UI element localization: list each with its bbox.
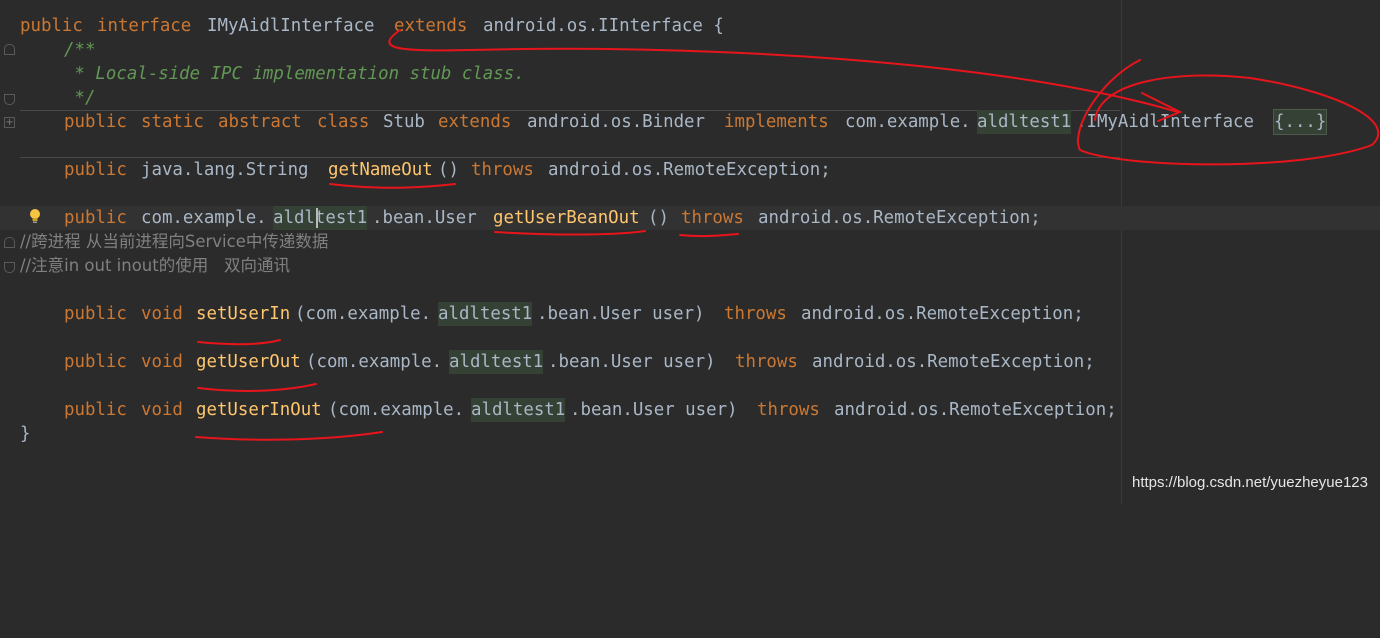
type-name: (com.example. — [306, 352, 443, 372]
keyword: void — [141, 304, 183, 324]
type-name: android.os.RemoteException; — [758, 208, 1041, 228]
code-line[interactable]: /** — [0, 38, 1380, 62]
annotation-underline — [197, 383, 317, 392]
type-name: android.os.RemoteException; — [548, 160, 831, 180]
type-name: .IMyAidlInterface — [1076, 112, 1254, 132]
type-name: .bean.User user) — [537, 304, 705, 324]
code-line[interactable]: * Local-side IPC implementation stub cla… — [0, 62, 1380, 86]
keyword: public — [64, 208, 127, 228]
method-name: getUserOut — [196, 352, 301, 372]
code-line[interactable]: public interface IMyAidlInterface extend… — [0, 14, 1380, 38]
method-name: getNameOut — [328, 160, 433, 180]
keyword: interface — [97, 16, 192, 36]
class-name: Stub — [383, 112, 425, 132]
keyword: throws — [724, 304, 787, 324]
code-line[interactable]: } — [0, 422, 1380, 446]
punctuation: () — [648, 208, 669, 228]
code-line-current[interactable]: public com.example. aldltest1 .bean.User… — [0, 206, 1380, 230]
keyword: throws — [757, 400, 820, 420]
keyword: void — [141, 400, 183, 420]
text-caret — [316, 208, 318, 228]
type-name: android.os.RemoteException; — [812, 352, 1095, 372]
keyword: abstract — [218, 112, 302, 132]
punctuation: () — [438, 160, 459, 180]
line-comment: //跨进程 从当前进程向Service中传递数据 — [20, 232, 329, 251]
method-name: setUserIn — [196, 304, 291, 324]
type-name: android.os.RemoteException; — [834, 400, 1117, 420]
keyword: extends — [438, 112, 512, 132]
package-highlight: aldltest1 — [449, 350, 544, 374]
keyword: public — [64, 160, 127, 180]
keyword: public — [20, 16, 83, 36]
keyword: static — [141, 112, 204, 132]
type-name: android.os.IInterface { — [483, 16, 724, 36]
type-name: .bean.User user) — [570, 400, 738, 420]
keyword: void — [141, 352, 183, 372]
method-name: getUserInOut — [196, 400, 322, 420]
code-editor[interactable]: + public interface IMyAidlInterface exte… — [0, 0, 1380, 504]
package-highlight: aldltest1 — [438, 302, 533, 326]
keyword: implements — [724, 112, 829, 132]
type-name: android.os.RemoteException; — [801, 304, 1084, 324]
doc-comment: /** — [64, 40, 96, 60]
type-name: (com.example. — [295, 304, 432, 324]
package-highlight: aldltest1 — [977, 110, 1072, 134]
keyword: public — [64, 304, 127, 324]
code-line[interactable]: public void getUserInOut (com.example. a… — [0, 398, 1380, 422]
keyword: public — [64, 112, 127, 132]
keyword: public — [64, 400, 127, 420]
package-highlight: aldltest1 — [471, 398, 566, 422]
lightbulb-icon[interactable] — [28, 208, 42, 224]
doc-comment: */ — [64, 88, 96, 108]
code-line[interactable]: public java.lang.String getNameOut () th… — [0, 158, 1380, 182]
type-name: com.example. — [845, 112, 971, 132]
code-line[interactable]: public static abstract class Stub extend… — [0, 109, 1380, 135]
doc-comment: * Local-side IPC implementation stub cla… — [64, 64, 525, 84]
annotation-underline — [197, 339, 281, 346]
keyword: throws — [735, 352, 798, 372]
watermark: https://blog.csdn.net/yuezheyue123 — [1131, 474, 1368, 491]
code-line[interactable]: public void getUserOut (com.example. ald… — [0, 350, 1380, 374]
code-line[interactable]: //注意in out inout的使用 双向通讯 — [0, 254, 1380, 278]
annotation-underline — [329, 183, 456, 189]
method-name: getUserBeanOut — [493, 208, 640, 228]
interface-name: IMyAidlInterface — [207, 16, 375, 36]
type-name: java.lang.String — [141, 160, 309, 180]
keyword: throws — [471, 160, 534, 180]
type-name: .bean.User — [372, 208, 477, 228]
line-comment: //注意in out inout的使用 双向通讯 — [20, 256, 290, 275]
type-name: android.os.Binder — [527, 112, 705, 132]
code-line[interactable]: //跨进程 从当前进程向Service中传递数据 — [0, 230, 1380, 254]
code-line[interactable]: */ — [0, 86, 1380, 110]
type-name: com.example. — [141, 208, 267, 228]
keyword: extends — [394, 16, 468, 36]
closing-brace: } — [20, 424, 31, 444]
type-name: .bean.User user) — [548, 352, 716, 372]
keyword: class — [317, 112, 370, 132]
code-line[interactable]: public void setUserIn (com.example. aldl… — [0, 302, 1380, 326]
keyword: public — [64, 352, 127, 372]
folded-code-placeholder[interactable]: {...} — [1272, 109, 1328, 135]
keyword: throws — [681, 208, 744, 228]
type-name: (com.example. — [328, 400, 465, 420]
package-highlight: aldltest1 — [273, 206, 368, 230]
